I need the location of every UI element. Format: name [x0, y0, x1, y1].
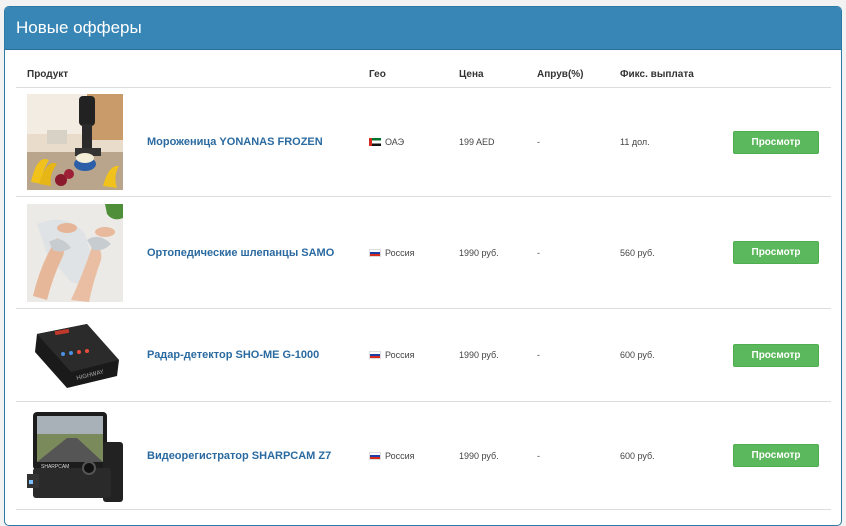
- geo-cell: ОАЭ: [369, 87, 459, 197]
- header-fixed-payout: Фикс. выплата: [620, 61, 733, 88]
- price-cell: 199 AED: [459, 87, 537, 197]
- price-cell: 1990 руб.: [459, 308, 537, 402]
- view-button[interactable]: Просмотр: [733, 343, 819, 367]
- radar-detector-image[interactable]: HIGHWAY: [27, 320, 123, 390]
- svg-text:SHARPCAM: SHARPCAM: [41, 464, 69, 470]
- header-price: Цена: [459, 61, 537, 88]
- dashcam-image[interactable]: SHARPCAM: [27, 407, 123, 504]
- geo-label: Россия: [385, 450, 415, 461]
- action-cell: Просмотр: [733, 196, 831, 309]
- header-actions: [733, 61, 831, 88]
- geo-cell: Россия: [369, 196, 459, 309]
- header-geo: Гео: [369, 61, 459, 88]
- product-name-cell: Ортопедические шлепанцы SAMO: [147, 196, 369, 309]
- product-image-cell: HIGHWAY: [16, 308, 147, 402]
- table-row: SHARPCAM Видеорегистратор SHARPCAM Z7 Ро…: [16, 401, 831, 510]
- product-name-cell: Мороженица YONANAS FROZEN: [147, 87, 369, 197]
- payout-cell: 600 руб.: [620, 401, 733, 510]
- price-cell: 1990 руб.: [459, 401, 537, 510]
- product-name-link[interactable]: Мороженица YONANAS FROZEN: [147, 136, 323, 148]
- ice-cream-maker-image[interactable]: [27, 94, 123, 190]
- slippers-image[interactable]: [27, 203, 123, 302]
- product-image-cell: SHARPCAM: [16, 401, 147, 510]
- russia-flag-icon: [369, 351, 381, 359]
- view-button[interactable]: Просмотр: [733, 444, 819, 467]
- offers-panel: Новые офферы Продукт Гео Цена Апрув(%) Ф…: [4, 6, 842, 526]
- action-cell: Просмотр: [733, 87, 831, 197]
- approve-cell: -: [537, 196, 620, 309]
- action-cell: Просмотр: [733, 401, 831, 510]
- offers-table: Продукт Гео Цена Апрув(%) Фикс. выплата: [16, 61, 831, 510]
- geo-label: Россия: [385, 247, 415, 258]
- product-name-link[interactable]: Ортопедические шлепанцы SAMO: [147, 247, 334, 259]
- geo-label: ОАЭ: [385, 137, 405, 147]
- geo-label: Россия: [385, 350, 415, 360]
- payout-cell: 560 руб.: [620, 196, 733, 309]
- approve-cell: -: [537, 87, 620, 197]
- approve-cell: -: [537, 308, 620, 402]
- product-name-link[interactable]: Радар-детектор SHO-ME G-1000: [147, 349, 319, 361]
- product-name-cell: Видеорегистратор SHARPCAM Z7: [147, 401, 369, 510]
- view-button[interactable]: Просмотр: [733, 130, 819, 154]
- table-row: HIGHWAY Радар-детектор SHO-ME G-1000 Рос…: [16, 308, 831, 402]
- payout-cell: 600 руб.: [620, 308, 733, 402]
- action-cell: Просмотр: [733, 308, 831, 402]
- product-image-cell: [16, 87, 147, 197]
- uae-flag-icon: [369, 138, 381, 146]
- price-cell: 1990 руб.: [459, 196, 537, 309]
- table-row: Ортопедические шлепанцы SAMO Россия 1990…: [16, 196, 831, 309]
- view-button[interactable]: Просмотр: [733, 241, 819, 264]
- table-row: Мороженица YONANAS FROZEN ОАЭ 199 AED - …: [16, 87, 831, 197]
- payout-cell: 11 дол.: [620, 87, 733, 197]
- geo-cell: Россия: [369, 401, 459, 510]
- product-name-cell: Радар-детектор SHO-ME G-1000: [147, 308, 369, 402]
- geo-cell: Россия: [369, 308, 459, 402]
- russia-flag-icon: [369, 248, 381, 257]
- header-approve: Апрув(%): [537, 61, 620, 88]
- russia-flag-icon: [369, 451, 381, 460]
- table-header-row: Продукт Гео Цена Апрув(%) Фикс. выплата: [16, 61, 831, 88]
- product-image-cell: [16, 196, 147, 309]
- panel-title: Новые офферы: [16, 18, 142, 37]
- product-name-link[interactable]: Видеорегистратор SHARPCAM Z7: [147, 450, 331, 462]
- panel-header: Новые офферы: [5, 7, 841, 50]
- header-product: Продукт: [16, 61, 369, 88]
- approve-cell: -: [537, 401, 620, 510]
